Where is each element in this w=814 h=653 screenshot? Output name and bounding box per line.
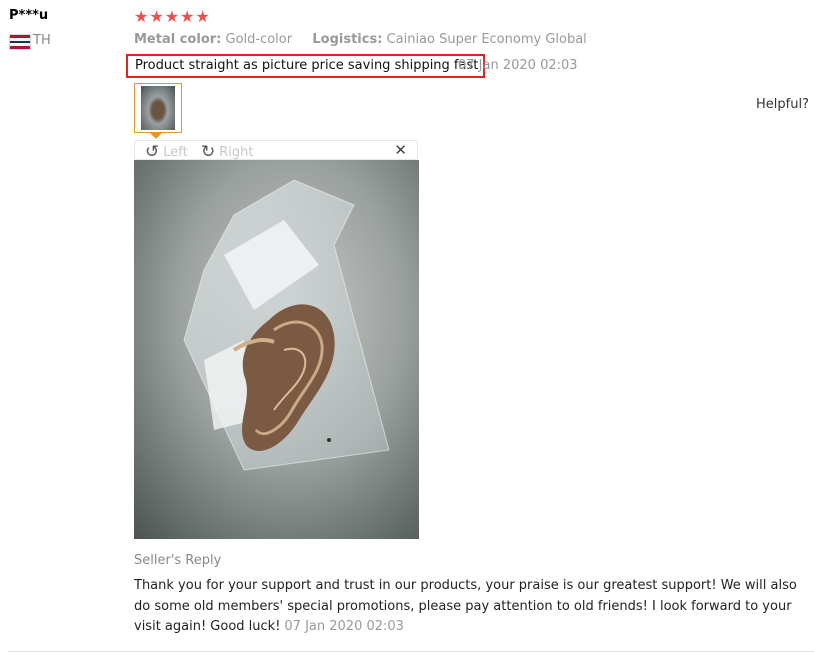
order-attributes: Metal color: Gold-color Logistics: Caini… <box>134 32 587 47</box>
image-viewer-toolbar: ↺ Left ↻ Right ✕ <box>134 140 418 162</box>
logistics-label: Logistics: <box>312 32 383 47</box>
review-text: Product straight as picture price saving… <box>126 54 486 78</box>
thailand-flag-icon <box>9 34 31 50</box>
helpful-link[interactable]: Helpful? <box>756 97 809 112</box>
logistics-value: Cainiao Super Economy Global <box>386 32 587 47</box>
review-photo-large <box>134 160 419 539</box>
star-rating: ★★★★★ <box>134 7 211 26</box>
reviewer-country: TH <box>33 33 51 48</box>
close-icon[interactable]: ✕ <box>394 141 407 159</box>
thumbnail-selected-indicator <box>150 133 162 139</box>
photo-illustration <box>134 160 419 539</box>
seller-reply-text: Thank you for your support and trust in … <box>134 578 797 634</box>
rotate-left-label: Left <box>163 145 188 160</box>
rotate-left-icon: ↺ <box>145 142 160 162</box>
metal-color-label: Metal color: <box>134 32 222 47</box>
review-photo-thumbnail[interactable] <box>134 83 182 133</box>
review-date: 07 Jan 2020 02:03 <box>458 58 578 73</box>
seller-reply-body: Thank you for your support and trust in … <box>134 576 810 638</box>
review-divider <box>8 651 814 652</box>
rotate-right-button[interactable]: ↻ Right <box>201 142 253 162</box>
seller-reply-title: Seller's Reply <box>134 553 222 568</box>
rotate-right-label: Right <box>219 145 254 160</box>
metal-color-value: Gold-color <box>225 32 293 47</box>
rotate-right-icon: ↻ <box>201 142 216 162</box>
reviewer-name: P***u <box>9 8 49 23</box>
thumbnail-image <box>141 86 175 130</box>
rotate-left-button[interactable]: ↺ Left <box>145 142 188 162</box>
seller-reply-date: 07 Jan 2020 02:03 <box>284 619 404 634</box>
